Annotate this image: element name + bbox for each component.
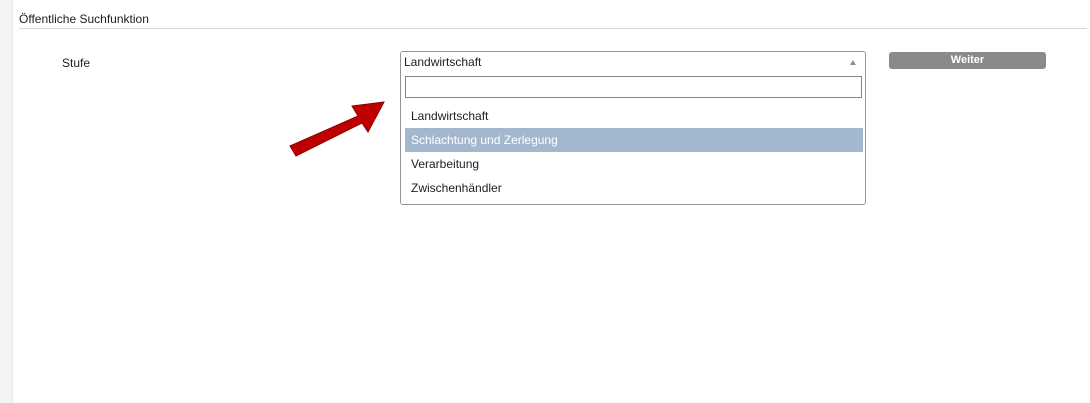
section-header: Öffentliche Suchfunktion: [19, 8, 1087, 29]
dropdown-search-input[interactable]: [405, 76, 862, 98]
option-schlachtung-und-zerlegung[interactable]: Schlachtung und Zerlegung: [405, 128, 863, 152]
option-verarbeitung[interactable]: Verarbeitung: [405, 152, 863, 176]
weiter-button[interactable]: Weiter: [889, 52, 1046, 69]
dropdown-options-list: Landwirtschaft Schlachtung und Zerlegung…: [405, 104, 863, 200]
option-landwirtschaft[interactable]: Landwirtschaft: [405, 104, 863, 128]
left-rail: [0, 0, 13, 403]
section-title: Öffentliche Suchfunktion: [19, 12, 149, 26]
option-zwischenhaendler[interactable]: Zwischenhändler: [405, 176, 863, 200]
stufe-selected-value: Landwirtschaft: [404, 55, 482, 69]
red-arrow-shape: [289, 101, 385, 157]
caret-up-icon[interactable]: [850, 60, 856, 65]
stufe-label: Stufe: [62, 56, 91, 70]
page: Öffentliche Suchfunktion Stufe Landwirts…: [0, 0, 1090, 403]
stufe-select-current[interactable]: Landwirtschaft: [401, 52, 865, 72]
stufe-dropdown[interactable]: Landwirtschaft Landwirtschaft Schlachtun…: [400, 51, 866, 205]
red-arrow-icon: [289, 101, 385, 157]
